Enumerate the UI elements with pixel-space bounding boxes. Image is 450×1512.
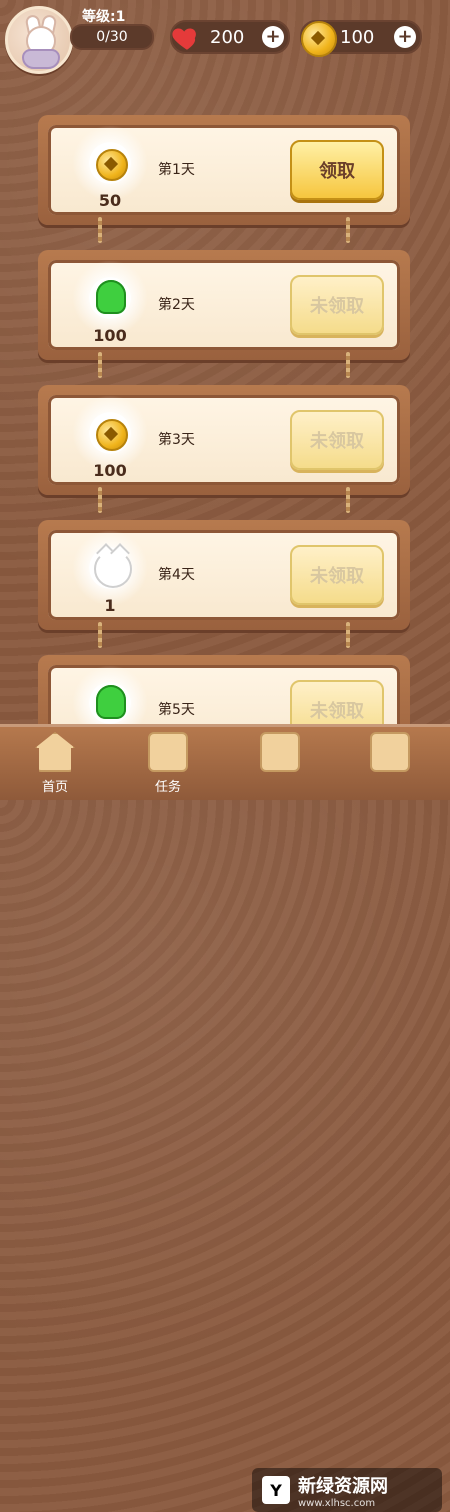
reward-bubble: 100 [72, 260, 148, 345]
nav-store[interactable] [240, 732, 320, 794]
day-label: 第4天 [158, 567, 195, 583]
nav-home-label: 首页 [41, 780, 68, 795]
watermark-text: 新绿资源网 www.xlhsc.com [298, 1472, 388, 1509]
experience-progress-text: 0/30 [96, 29, 128, 45]
avatar[interactable] [5, 6, 73, 74]
bottom-navigation: 首页 任务 Y 新绿资源网 www.xlhsc.com [0, 724, 450, 1512]
coin-icon [301, 21, 337, 57]
reward-bubble: 100 [72, 395, 148, 480]
heart-icon [172, 28, 196, 50]
reward-card-day-2: 100 第2天 未领取 [38, 250, 410, 360]
rope-decoration [346, 622, 350, 648]
rope-decoration [98, 487, 102, 513]
reward-amount: 1 [104, 596, 116, 615]
coin-icon [96, 149, 128, 181]
reward-amount: 100 [93, 461, 127, 480]
unclaimed-button[interactable]: 未领取 [290, 410, 384, 470]
daily-rewards-list: 50 第1天 领取 100 第2天 未领取 100 第3天 未领取 1 第4天 … [0, 110, 450, 765]
nav-tasks[interactable]: 任务 [128, 732, 208, 795]
experience-progress: 0/30 [70, 24, 154, 50]
nav-calendar[interactable] [350, 732, 430, 794]
reward-card-inner: 1 第4天 未领取 [48, 530, 400, 620]
watermark: Y 新绿资源网 www.xlhsc.com [252, 1468, 442, 1512]
day-label: 第3天 [158, 432, 195, 448]
reward-card-day-1: 50 第1天 领取 [38, 115, 410, 225]
coins-counter: 100 + [300, 20, 422, 57]
reward-card-inner: 100 第2天 未领取 [48, 260, 400, 350]
hearts-counter: 200 + [170, 20, 290, 54]
rabbit-shirt-icon [22, 49, 60, 69]
reward-bubble [72, 665, 148, 741]
watermark-url: www.xlhsc.com [298, 1497, 376, 1509]
level-label: 等级:1 [82, 9, 126, 25]
rope-decoration [346, 217, 350, 243]
home-icon [35, 732, 75, 772]
coins-value: 100 [340, 26, 375, 48]
claim-button[interactable]: 领取 [290, 140, 384, 200]
nav-tasks-label: 任务 [154, 780, 181, 795]
rope-decoration [98, 217, 102, 243]
rope-decoration [98, 622, 102, 648]
watermark-title: 新绿资源网 [298, 1475, 388, 1497]
tasks-icon [148, 732, 188, 772]
reward-card-inner: 50 第1天 领取 [48, 125, 400, 215]
reward-bubble: 1 [72, 530, 148, 615]
day-label: 第5天 [158, 702, 195, 718]
nav-home[interactable]: 首页 [15, 732, 95, 795]
green-head-icon [96, 685, 126, 719]
reward-amount: 100 [93, 326, 127, 345]
store-icon [260, 732, 300, 772]
rope-decoration [98, 352, 102, 378]
add-coins-button[interactable]: + [394, 26, 416, 48]
reward-card-inner: 100 第3天 未领取 [48, 395, 400, 485]
coin-icon [96, 419, 128, 451]
unclaimed-button[interactable]: 未领取 [290, 275, 384, 335]
calendar-icon [370, 732, 410, 772]
unclaimed-button[interactable]: 未领取 [290, 545, 384, 605]
cat-icon [94, 550, 132, 588]
add-hearts-button[interactable]: + [262, 26, 284, 48]
day-label: 第1天 [158, 162, 195, 178]
watermark-logo-icon: Y [262, 1476, 290, 1504]
reward-card-day-3: 100 第3天 未领取 [38, 385, 410, 495]
green-head-icon [96, 280, 126, 314]
rope-decoration [346, 487, 350, 513]
top-header: 等级:1 0/30 200 + 100 + [0, 0, 450, 78]
reward-bubble: 50 [72, 125, 148, 210]
reward-card-day-4: 1 第4天 未领取 [38, 520, 410, 630]
hearts-value: 200 [210, 26, 245, 48]
reward-amount: 50 [98, 191, 122, 210]
rope-decoration [346, 352, 350, 378]
day-label: 第2天 [158, 297, 195, 313]
